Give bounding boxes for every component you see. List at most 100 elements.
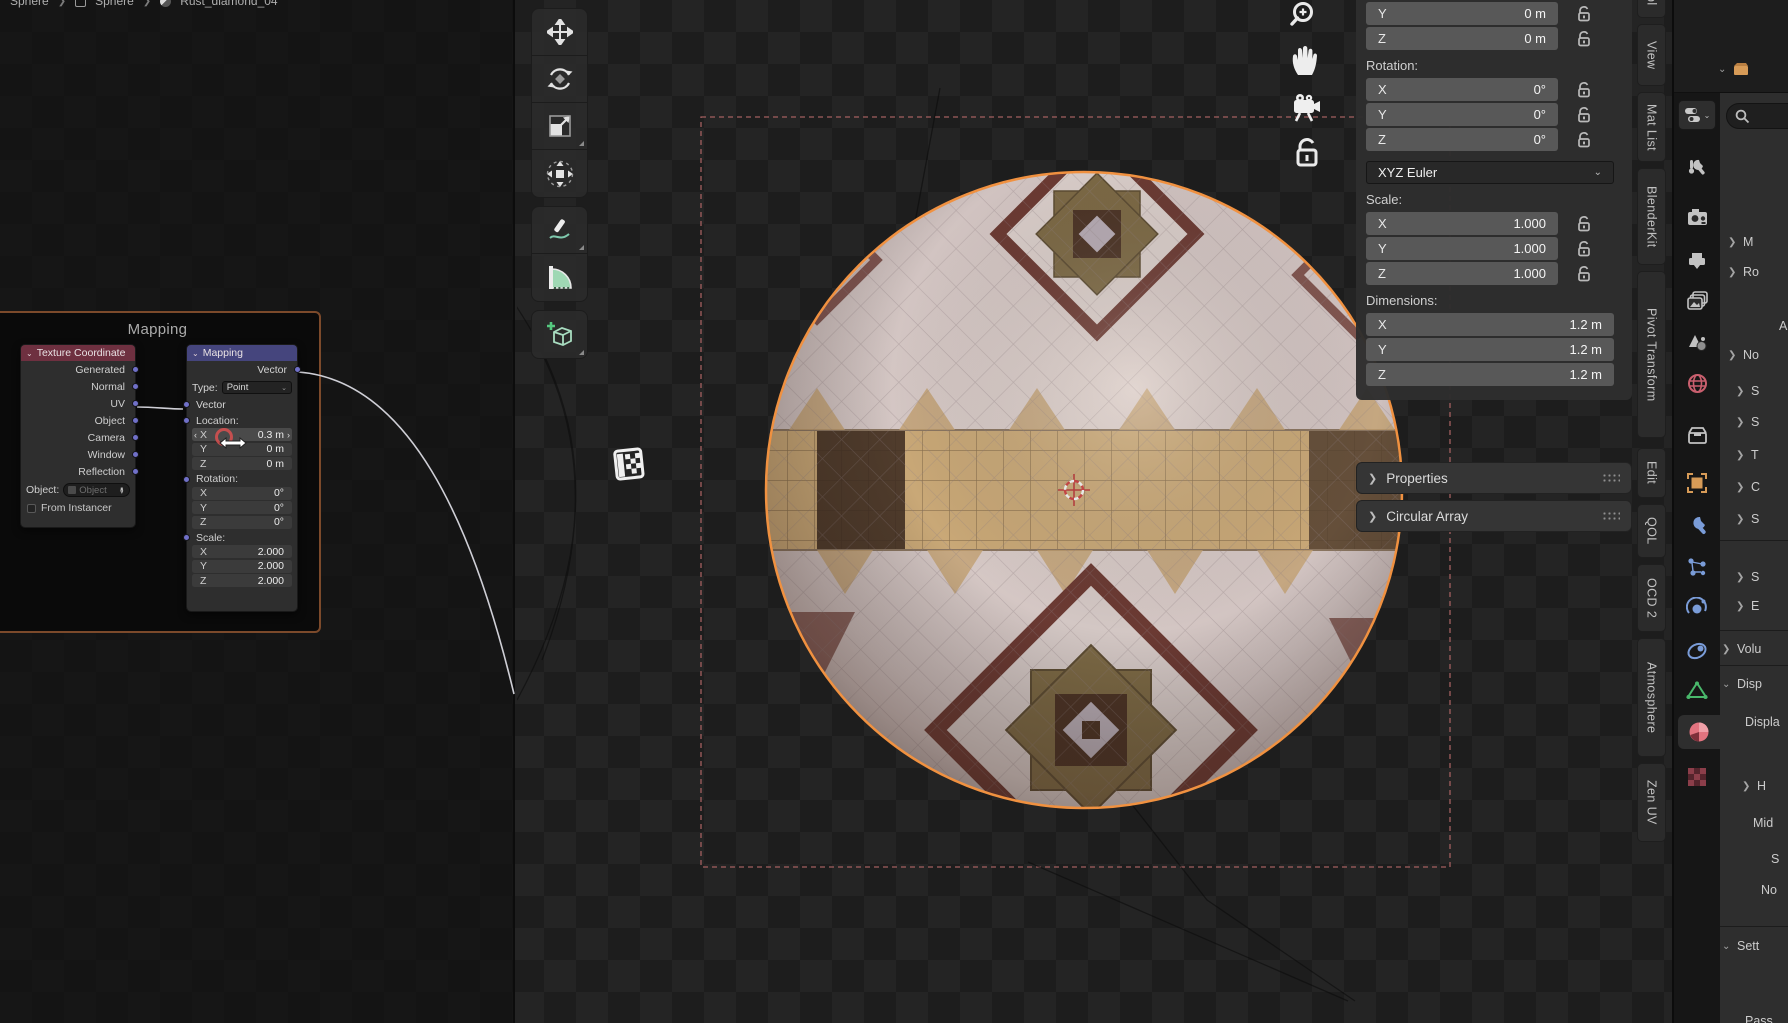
axis-value-field[interactable]: X 0° — [1366, 78, 1558, 101]
sidebar-tab[interactable]: View — [1637, 24, 1666, 86]
sidebar-tab[interactable]: Pivot Transform — [1637, 271, 1666, 438]
modifiers-tab[interactable] — [1685, 513, 1709, 537]
world-tab[interactable] — [1685, 371, 1709, 395]
texture-coordinate-node[interactable]: ⌄ Texture Coordinate Generated Normal UV… — [20, 344, 136, 528]
unlock-icon[interactable] — [1576, 215, 1591, 232]
camera-lock-button[interactable] — [1292, 137, 1322, 169]
location-input-socket[interactable] — [183, 417, 190, 424]
axis-value-field[interactable]: Y 0 m — [1366, 2, 1558, 25]
sidebar-tab[interactable]: Atmosphere — [1637, 638, 1666, 757]
node-header[interactable]: ⌄ Texture Coordinate — [21, 345, 135, 361]
particles-tab[interactable] — [1685, 555, 1709, 579]
axis-value-field[interactable]: Z 1.000 — [1366, 262, 1558, 285]
sidebar-tab[interactable]: QOL — [1637, 504, 1666, 558]
axis-value-field[interactable]: Z 0 m — [1366, 27, 1558, 50]
sidebar-tab[interactable]: OCD 2 — [1637, 564, 1666, 632]
properties-section-row[interactable]: ⌄ Disp — [1722, 677, 1762, 691]
output-tab[interactable] — [1685, 248, 1709, 272]
axis-value-field[interactable]: X 1.2 m — [1366, 313, 1614, 336]
unlock-icon[interactable] — [1576, 131, 1591, 148]
type-dropdown[interactable]: Point ⌄ — [222, 381, 292, 394]
properties-section-row[interactable]: ❯ H — [1742, 779, 1766, 793]
sidebar-tab[interactable]: Mat List — [1637, 92, 1666, 162]
vector-input-socket[interactable] — [183, 401, 190, 408]
output-socket[interactable] — [132, 383, 139, 390]
circular-array-panel-header[interactable]: ❯ Circular Array — [1356, 500, 1632, 532]
rotation-mode-dropdown[interactable]: XYZ Euler ⌄ — [1366, 161, 1614, 184]
scale-input-socket[interactable] — [183, 534, 190, 541]
scale-tool-button[interactable] — [532, 103, 587, 150]
zoom-button[interactable] — [1288, 0, 1322, 34]
properties-section-row[interactable]: ❯ Ro — [1728, 265, 1759, 279]
annotate-tool-button[interactable] — [532, 207, 587, 254]
physics-tab[interactable] — [1685, 596, 1709, 620]
rotation-input-socket[interactable] — [183, 476, 190, 483]
unlock-icon[interactable] — [1576, 106, 1591, 123]
properties-section-row[interactable]: ❯ Volu — [1722, 642, 1761, 656]
node-axis-field[interactable]: Z 0 m — [192, 457, 292, 470]
camera-view-button[interactable] — [1287, 90, 1323, 126]
properties-section-row[interactable]: ❯ S — [1736, 415, 1759, 429]
breadcrumb-object[interactable]: Sphere — [95, 0, 134, 8]
search-field[interactable] — [1726, 103, 1788, 129]
node-header[interactable]: ⌄ Mapping — [187, 345, 297, 361]
properties-section-row[interactable]: ❯ C — [1736, 480, 1760, 494]
drag-grip-icon[interactable] — [1602, 511, 1620, 521]
collection-tab[interactable] — [1685, 423, 1709, 447]
properties-section-row[interactable]: No — [1746, 883, 1777, 897]
material-tab[interactable] — [1678, 715, 1720, 749]
measure-tool-button[interactable] — [532, 254, 587, 301]
properties-section-row[interactable]: A — [1764, 319, 1787, 333]
collapse-chevron-icon[interactable]: ⌄ — [26, 349, 33, 358]
eyedropper-icon[interactable]: ✒ — [116, 486, 127, 494]
node-axis-field[interactable]: Z 2.000 — [192, 574, 292, 587]
object-picker-field[interactable]: Object ✒ — [63, 483, 130, 497]
breadcrumb-scene[interactable]: Sphere — [10, 0, 49, 8]
object-data-tab[interactable] — [1685, 679, 1709, 703]
sidebar-tab[interactable]: Zen UV — [1637, 763, 1666, 842]
rotate-tool-button[interactable] — [532, 56, 587, 103]
properties-section-row[interactable]: Pass — [1730, 1014, 1773, 1023]
render-tab[interactable] — [1685, 205, 1709, 229]
unlock-icon[interactable] — [1576, 240, 1591, 257]
tool-tab[interactable] — [1685, 155, 1709, 179]
transform-tool-button[interactable] — [532, 150, 587, 197]
properties-section-row[interactable]: ❯ S — [1736, 570, 1759, 584]
axis-value-field[interactable]: Y 0° — [1366, 103, 1558, 126]
breadcrumb-material[interactable]: Rust_diamond_04 — [180, 0, 277, 8]
unlock-icon[interactable] — [1576, 265, 1591, 282]
node-axis-field[interactable]: Y 0° — [192, 501, 292, 514]
properties-section-row[interactable]: ❯ T — [1736, 448, 1759, 462]
mapping-node[interactable]: ⌄ Mapping Vector Type: Point ⌄ Vector L — [186, 344, 298, 612]
properties-section-row[interactable]: ❯ E — [1736, 599, 1759, 613]
properties-section-row[interactable]: Mid — [1738, 816, 1773, 830]
sidebar-tab[interactable]: BlenderKit — [1637, 168, 1666, 265]
properties-section-row[interactable]: ❯ No — [1728, 348, 1759, 362]
node-axis-field[interactable]: Y 2.000 — [192, 560, 292, 573]
properties-section-row[interactable]: ❯ M — [1728, 235, 1753, 249]
from-instancer-checkbox[interactable] — [27, 504, 36, 513]
output-socket[interactable] — [132, 468, 139, 475]
output-socket[interactable] — [132, 417, 139, 424]
sidebar-tab[interactable]: Edit — [1637, 448, 1666, 498]
properties-section-row[interactable]: Displa — [1730, 715, 1780, 729]
scene-tab[interactable] — [1685, 331, 1709, 355]
axis-value-field[interactable]: Y 1.2 m — [1366, 338, 1614, 361]
node-axis-field[interactable]: Z 0° — [192, 516, 292, 529]
texture-tab[interactable] — [1685, 765, 1709, 789]
unlock-icon[interactable] — [1576, 81, 1591, 98]
collapse-chevron-icon[interactable]: ⌄ — [192, 349, 199, 358]
axis-value-field[interactable]: Y 1.000 — [1366, 237, 1558, 260]
axis-value-field[interactable]: Z 1.2 m — [1366, 363, 1614, 386]
output-socket[interactable] — [132, 434, 139, 441]
axis-value-field[interactable]: Z 0° — [1366, 128, 1558, 151]
properties-section-row[interactable]: ❯ S — [1736, 512, 1759, 526]
node-axis-field[interactable]: X 0° — [192, 487, 292, 500]
chevron-down-icon[interactable]: ⌄ — [1718, 64, 1726, 75]
editor-type-button[interactable]: ⌄ — [1678, 100, 1716, 130]
node-axis-field[interactable]: X 2.000 — [192, 545, 292, 558]
add-cube-tool-button[interactable] — [532, 311, 587, 358]
output-socket[interactable] — [132, 400, 139, 407]
output-socket[interactable] — [132, 451, 139, 458]
object-tab[interactable] — [1685, 471, 1709, 495]
